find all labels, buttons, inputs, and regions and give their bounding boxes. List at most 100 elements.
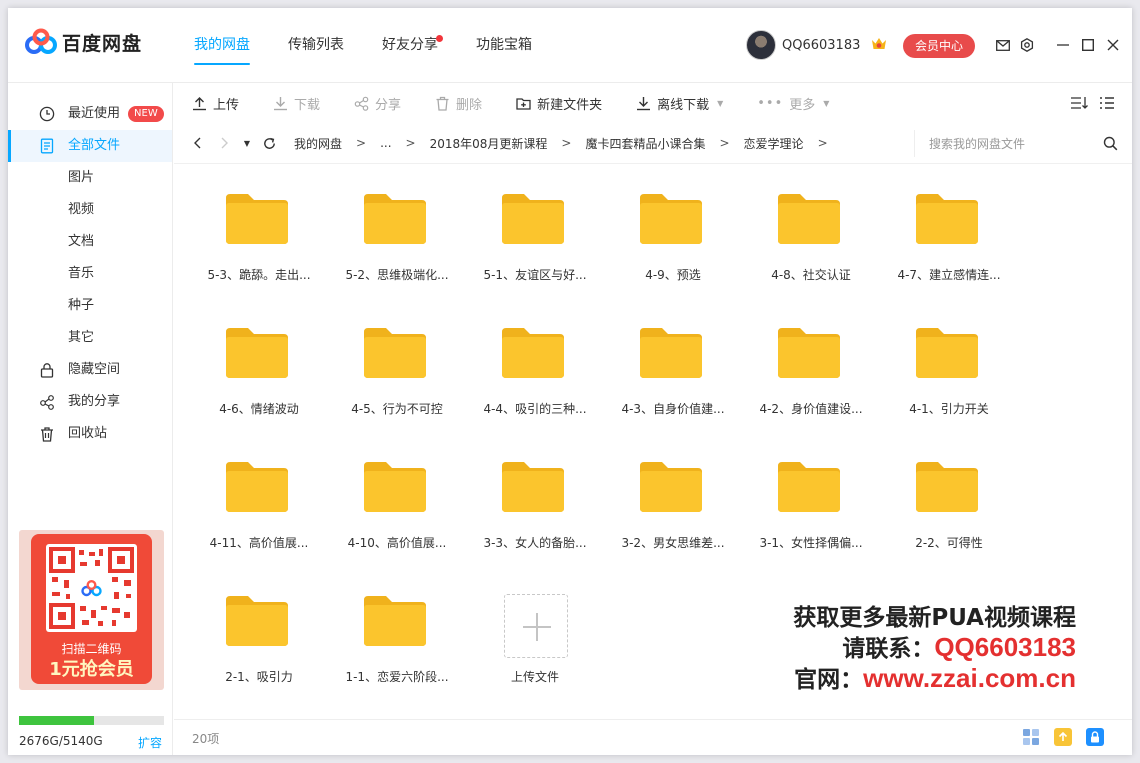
folder-item[interactable]: 2-1、吸引力 (190, 578, 328, 708)
sidebar-item-documents[interactable]: 文档 (8, 226, 172, 258)
folder-item[interactable]: 4-1、引力开关 (880, 310, 1018, 440)
refresh-icon[interactable] (258, 133, 280, 153)
folder-item[interactable]: 4-6、情绪波动 (190, 310, 328, 440)
member-center-button[interactable]: 会员中心 (903, 34, 975, 58)
safe-box-lock-icon[interactable] (1086, 728, 1104, 746)
breadcrumb-item[interactable]: 2018年08月更新课程 (430, 135, 548, 152)
breadcrumb-item[interactable]: 恋爱学理论 (744, 135, 804, 152)
sidebar-item-label: 视频 (68, 202, 95, 217)
folder-item[interactable]: 5-2、思维极端化... (328, 176, 466, 306)
list-view-icon[interactable] (1098, 95, 1116, 111)
folder-item[interactable]: 3-1、女性择偶偏... (742, 444, 880, 574)
share-button[interactable]: 分享 (354, 94, 401, 113)
folder-item[interactable]: 4-5、行为不可控 (328, 310, 466, 440)
settings-gear-icon[interactable] (1018, 36, 1036, 54)
folder-item[interactable]: 4-2、身价值建设... (742, 310, 880, 440)
app-name: 百度网盘 (62, 32, 143, 55)
apps-grid-icon[interactable] (1022, 728, 1040, 746)
folder-icon (916, 462, 978, 512)
user-profile[interactable]: QQ6603183 (746, 30, 860, 60)
folder-icon (226, 596, 288, 646)
folder-item[interactable]: 2-2、可得性 (880, 444, 1018, 574)
share-icon (40, 395, 54, 410)
vip-promo-banner[interactable]: 扫描二维码 1元抢会员 (19, 530, 164, 690)
sort-icon[interactable] (1070, 95, 1088, 111)
folder-item[interactable]: 3-2、男女思维差... (604, 444, 742, 574)
chevron-down-icon: ▼ (717, 98, 724, 108)
sidebar-item-my-share[interactable]: 我的分享 (8, 386, 172, 418)
upload-file-tile[interactable]: 上传文件 (466, 578, 604, 708)
promo-line-2: 1元抢会员 (49, 659, 134, 680)
avatar[interactable] (746, 30, 776, 60)
folder-icon (502, 194, 564, 244)
folder-name: 4-6、情绪波动 (219, 402, 299, 416)
search-icon[interactable] (1103, 136, 1118, 151)
forward-arrow-icon[interactable] (214, 133, 236, 153)
sidebar-item-music[interactable]: 音乐 (8, 258, 172, 290)
sidebar-item-label: 其它 (68, 330, 95, 345)
folder-item[interactable]: 4-3、自身价值建... (604, 310, 742, 440)
tab-toolbox[interactable]: 功能宝箱 (476, 8, 532, 83)
folder-item[interactable]: 4-11、高价值展... (190, 444, 328, 574)
folder-name: 4-2、身价值建设... (759, 402, 863, 416)
breadcrumb-item[interactable]: 魔卡四套精品小课合集 (585, 135, 705, 152)
maximize-icon[interactable] (1079, 36, 1097, 54)
minimize-icon[interactable] (1054, 36, 1072, 54)
sidebar-nav: 最近使用 NEW 全部文件 图片 视频 文档 音乐 种子 其它 隐藏空间 我的分享 (8, 83, 172, 450)
app-logo[interactable]: 百度网盘 (24, 28, 142, 56)
tab-friend-share[interactable]: 好友分享 (382, 8, 443, 83)
folder-icon (502, 462, 564, 512)
folder-name: 5-2、思维极端化... (345, 268, 449, 282)
folder-item[interactable]: 1-1、恋爱六阶段... (328, 578, 466, 708)
tab-my-netdisk[interactable]: 我的网盘 (194, 8, 250, 83)
close-icon[interactable] (1104, 36, 1122, 54)
new-folder-label: 新建文件夹 (537, 97, 603, 113)
upload-status-icon[interactable] (1054, 728, 1072, 746)
tab-label: 好友分享 (382, 37, 438, 53)
sidebar-item-torrents[interactable]: 种子 (8, 290, 172, 322)
folder-item[interactable]: 4-8、社交认证 (742, 176, 880, 306)
sidebar-item-videos[interactable]: 视频 (8, 194, 172, 226)
file-toolbar: 上传 下载 分享 删除 新建文件夹 离线下载 ▼ ••• 更多 ▼ (174, 83, 1132, 123)
view-controls (1060, 95, 1116, 111)
offline-download-button[interactable]: 离线下载 ▼ (636, 94, 723, 113)
folder-item[interactable]: 5-1、友谊区与好... (466, 176, 604, 306)
sidebar-item-other[interactable]: 其它 (8, 322, 172, 354)
tab-label: 传输列表 (288, 37, 344, 53)
folder-name: 2-1、吸引力 (225, 670, 293, 684)
qr-code (46, 544, 137, 632)
sidebar-item-all-files[interactable]: 全部文件 (8, 130, 172, 162)
folder-item[interactable]: 4-9、预选 (604, 176, 742, 306)
folder-name: 4-5、行为不可控 (351, 402, 443, 416)
search-input[interactable] (929, 130, 1099, 157)
vip-crown-icon[interactable] (871, 36, 887, 52)
folder-item[interactable]: 4-4、吸引的三种... (466, 310, 604, 440)
download-button[interactable]: 下载 (273, 94, 320, 113)
tab-transfer-list[interactable]: 传输列表 (288, 8, 344, 83)
sidebar-item-label: 种子 (68, 298, 95, 313)
status-icons (1008, 728, 1104, 746)
folder-item[interactable]: 4-7、建立感情连... (880, 176, 1018, 306)
folder-item[interactable]: 3-3、女人的备胎... (466, 444, 604, 574)
delete-button[interactable]: 删除 (435, 94, 482, 113)
item-count: 20项 (192, 732, 220, 746)
history-dropdown-icon[interactable]: ▼ (236, 133, 258, 153)
baidu-netdisk-logo-icon (25, 28, 57, 54)
folder-item[interactable]: 4-10、高价值展... (328, 444, 466, 574)
back-arrow-icon[interactable] (186, 133, 208, 153)
breadcrumb-item[interactable]: ... (380, 136, 391, 150)
expand-storage-link[interactable]: 扩容 (138, 734, 162, 751)
breadcrumb-item[interactable]: 我的网盘 (294, 135, 342, 152)
more-button[interactable]: ••• 更多 ▼ (757, 94, 829, 113)
folder-name: 4-7、建立感情连... (897, 268, 1001, 282)
sidebar-item-recent[interactable]: 最近使用 NEW (8, 98, 172, 130)
folder-item[interactable]: 5-3、跪舔。走出... (190, 176, 328, 306)
sidebar-item-recycle-bin[interactable]: 回收站 (8, 418, 172, 450)
new-folder-button[interactable]: 新建文件夹 (516, 94, 602, 113)
upload-button[interactable]: 上传 (192, 94, 239, 113)
mail-icon[interactable] (994, 36, 1012, 54)
sidebar-item-images[interactable]: 图片 (8, 162, 172, 194)
notification-dot (436, 35, 443, 42)
more-label: 更多 (789, 97, 816, 113)
sidebar-item-hidden-space[interactable]: 隐藏空间 (8, 354, 172, 386)
